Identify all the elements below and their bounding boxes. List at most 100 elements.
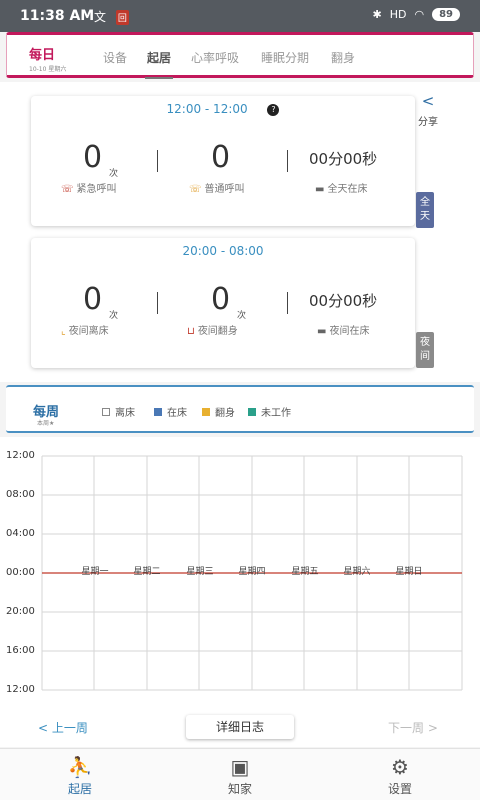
current-date: 10-10 星期六	[29, 66, 67, 73]
divider	[157, 292, 158, 314]
time-range-text: 12:00 - 12:00	[166, 102, 248, 116]
signal-icon: HD	[389, 8, 407, 21]
y-tick: 12:00	[6, 450, 35, 461]
legend-label: 离床	[115, 408, 135, 419]
weekly-header: 每周 本周★ 离床 在床 翻身 未工作	[6, 385, 474, 433]
share-label: 分享	[418, 117, 438, 128]
all-day-tag[interactable]: 全天	[416, 192, 434, 228]
night-leave-count: 0	[83, 282, 103, 317]
legend-swatch	[202, 407, 210, 416]
night-turn-label-text: 夜间翻身	[197, 326, 238, 337]
emergency-label: ☏ 紧急呼叫	[61, 180, 117, 195]
day-label-wednesday: 星期三	[186, 567, 214, 577]
day-label-saturday: 星期六	[343, 567, 371, 577]
day-label-sunday: 星期日	[395, 567, 423, 577]
wifi-icon: ◠	[414, 8, 425, 21]
normal-call-label: ☏ 普通呼叫	[189, 180, 245, 195]
y-tick: 12:00	[6, 684, 35, 695]
turn-over-icon: ⊔	[187, 326, 195, 337]
divider	[287, 150, 288, 172]
home-device-icon: ▣	[230, 755, 250, 779]
legend-swatch	[102, 407, 110, 416]
previous-week-button[interactable]: < 上一周	[38, 719, 88, 736]
emergency-unit: 次	[109, 169, 119, 179]
summary-section: < 分享 12:00 - 12:00 ? 0 次 ☏ 紧急呼叫 0 ☏ 普通呼叫 0…	[0, 82, 480, 382]
clock: 11:38 AM	[20, 8, 95, 24]
nav-label: 设置	[387, 782, 412, 796]
detail-log-button[interactable]: 详细日志	[186, 715, 294, 739]
night-leave-label: ⌞ 夜间离床	[61, 322, 109, 337]
period-label: 每日	[29, 48, 56, 63]
translate-app-icon: 文	[94, 10, 107, 24]
tab-turn-over[interactable]: 翻身	[331, 49, 355, 66]
top-tab-bar: 每日 10-10 星期六 设备 起居 心率呼吸 睡眠分期 翻身	[6, 32, 474, 79]
y-tick: 08:00	[6, 489, 35, 500]
share-icon: <	[421, 92, 435, 110]
leave-bed-icon: ⌞	[61, 326, 66, 337]
tab-device[interactable]: 设备	[103, 49, 127, 66]
night-in-bed-duration: 00分00秒	[309, 292, 378, 310]
legend-leave-bed: 离床	[102, 404, 135, 419]
day-label-tuesday: 星期二	[133, 567, 161, 577]
week-selector[interactable]: 本周★	[37, 418, 54, 427]
divider	[157, 150, 158, 172]
night-turn-count: 0	[211, 282, 231, 317]
gear-icon: ⚙	[391, 755, 409, 779]
share-button[interactable]: < 分享	[418, 92, 438, 129]
legend-label: 翻身	[215, 408, 235, 419]
day-label-thursday: 星期四	[238, 567, 266, 577]
tab-heart-respiration[interactable]: 心率呼吸	[191, 49, 239, 66]
in-bed-label: ▬ 全天在床	[315, 180, 367, 195]
normal-call-label-text: 普通呼叫	[204, 184, 245, 195]
divider	[287, 292, 288, 314]
night-turn-label: ⊔ 夜间翻身	[187, 322, 238, 337]
y-tick: 00:00	[6, 567, 35, 578]
normal-call-count: 0	[211, 140, 231, 175]
bed-icon: ▬	[315, 184, 325, 195]
tab-sleep-stages[interactable]: 睡眠分期	[261, 49, 309, 66]
night-turn-unit: 次	[237, 311, 247, 321]
night-leave-label-text: 夜间离床	[68, 326, 109, 337]
in-bed-duration: 00分00秒	[309, 150, 378, 168]
bed-icon: ▬	[317, 326, 327, 337]
all-day-time-range: 12:00 - 12:00 ?	[31, 102, 415, 116]
night-tag[interactable]: 夜间	[416, 332, 434, 368]
nav-daily-living[interactable]: ⛹ 起居	[40, 755, 120, 797]
bluetooth-icon: ✱	[372, 8, 382, 21]
nav-label: 知家	[227, 782, 252, 796]
tab-daily-living[interactable]: 起居	[144, 49, 174, 79]
legend-label: 未工作	[261, 408, 291, 419]
in-bed-label-text: 全天在床	[327, 184, 368, 195]
night-in-bed-label: ▬ 夜间在床	[317, 322, 369, 337]
phone-icon: ☏	[61, 184, 74, 195]
nav-smart-home[interactable]: ▣ 知家	[200, 755, 280, 797]
emergency-label-text: 紧急呼叫	[76, 184, 117, 195]
bottom-navigation: ⛹ 起居 ▣ 知家 ⚙ 设置	[0, 748, 480, 800]
night-in-bed-label-text: 夜间在床	[329, 326, 370, 337]
nav-settings[interactable]: ⚙ 设置	[360, 755, 440, 797]
week-navigation: < 上一周 详细日志 下一周 >	[0, 707, 480, 747]
legend-in-bed: 在床	[154, 404, 187, 419]
emergency-count: 0	[83, 140, 103, 175]
help-icon[interactable]: ?	[267, 104, 280, 116]
legend-not-working: 未工作	[248, 404, 291, 419]
night-time-range: 20:00 - 08:00	[182, 244, 264, 258]
battery-indicator: 89	[432, 8, 460, 21]
legend-swatch	[248, 407, 256, 416]
y-tick: 04:00	[6, 528, 35, 539]
period-selector[interactable]: 每日 10-10 星期六	[29, 44, 66, 73]
day-label-monday: 星期一	[81, 567, 109, 577]
legend-turn: 翻身	[202, 404, 235, 419]
person-bed-icon: ⛹	[67, 755, 93, 779]
day-label-friday: 星期五	[291, 567, 319, 577]
y-tick: 16:00	[6, 645, 35, 656]
all-day-card: 12:00 - 12:00 ? 0 次 ☏ 紧急呼叫 0 ☏ 普通呼叫 00分00秒…	[31, 96, 415, 226]
news-app-icon: 回	[115, 10, 129, 25]
status-bar: 11:38 AM 文 回 ✱ HD ◠ 89	[0, 0, 480, 32]
nav-label: 起居	[67, 782, 92, 796]
y-tick: 20:00	[6, 606, 35, 617]
legend-swatch	[154, 407, 162, 416]
notification-icons: 文 回	[94, 8, 129, 25]
next-week-button[interactable]: 下一周 >	[388, 719, 438, 736]
phone-icon: ☏	[189, 184, 202, 195]
